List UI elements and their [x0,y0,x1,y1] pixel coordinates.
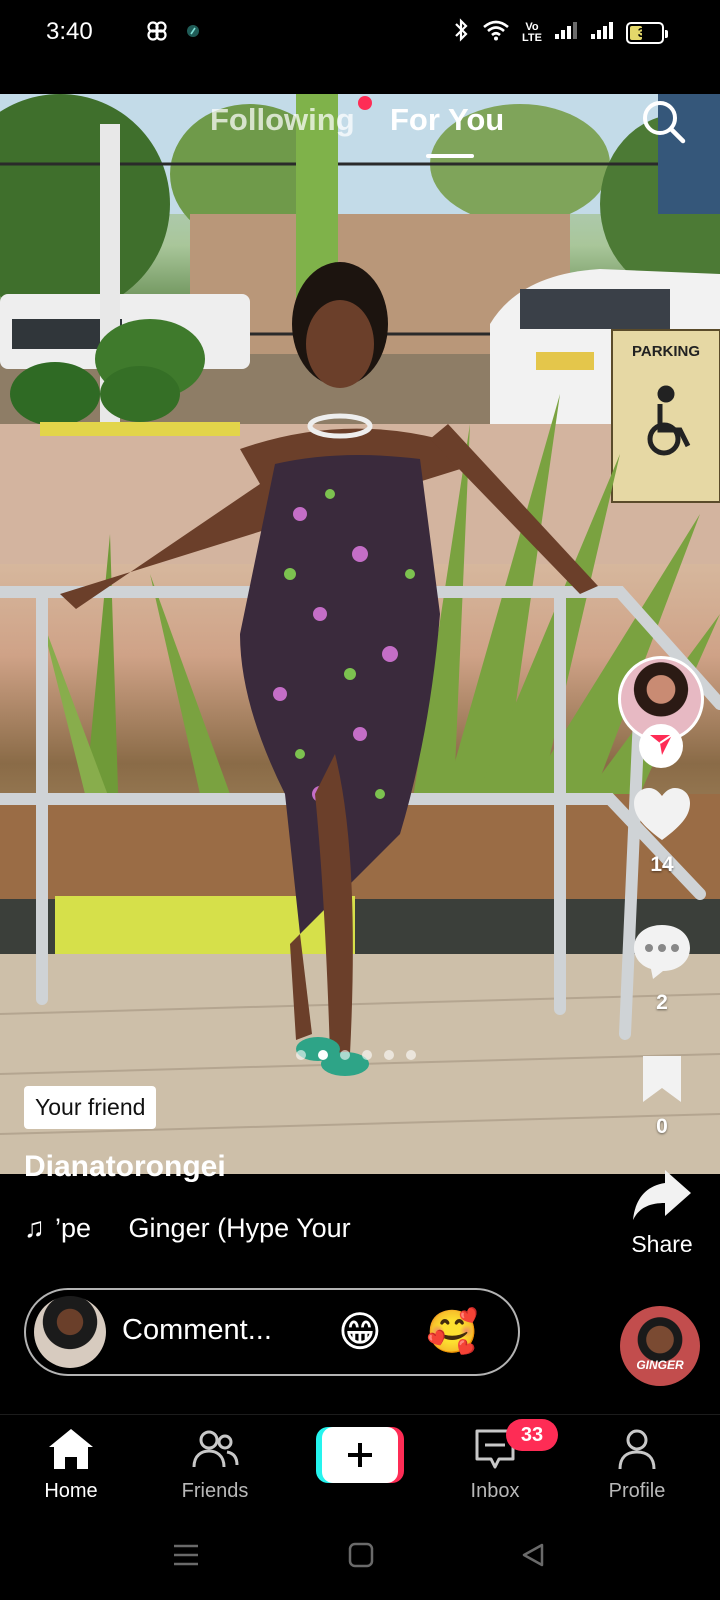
battery-icon: 39 [626,21,668,44]
music-disc-label: GINGER [636,1358,684,1372]
music-disc[interactable]: GINGER [620,1306,700,1386]
status-time: 3:40 [46,18,93,45]
save-action[interactable]: 0 [620,1054,704,1139]
carousel-dot[interactable] [384,1050,394,1060]
share-action[interactable]: Share [620,1168,704,1258]
carousel-dot[interactable] [340,1050,350,1060]
follow-button[interactable] [639,724,683,768]
status-left-icons [146,20,200,47]
music-ticker[interactable]: ♫ ’pe Ginger (Hype Your [24,1210,394,1246]
music-title: ’pe Ginger (Hype Your [55,1212,351,1243]
like-action[interactable]: 14 [620,786,704,877]
feed-tabs: Following For You [0,94,720,164]
notification-app-icon [186,24,200,43]
wifi-icon [482,19,510,46]
like-count: 14 [650,853,674,876]
menu-icon[interactable] [172,1542,200,1573]
signal-icon [554,20,578,45]
tab-profile-label: Profile [608,1480,666,1502]
system-navigation-bar [0,1524,720,1600]
signal-icon-2 [590,20,614,45]
active-tab-indicator [426,154,474,158]
comment-action[interactable]: 2 [620,922,704,1015]
pinwheel-icon [146,20,168,47]
tab-friends-label: Friends [181,1480,249,1502]
share-label: Share [631,1231,693,1257]
tab-inbox[interactable]: 33 Inbox [440,1419,558,1503]
bluetooth-icon [452,18,470,47]
home-square-icon[interactable] [348,1542,374,1573]
bookmark-icon[interactable] [639,1056,685,1108]
my-avatar [34,1296,106,1368]
carousel-dot[interactable] [406,1050,416,1060]
plus-icon [322,1427,398,1483]
tab-inbox-label: Inbox [470,1480,520,1502]
photo-carousel-dots[interactable] [296,1050,416,1060]
share-arrow-icon[interactable] [631,1170,693,1226]
carousel-dot[interactable] [296,1050,306,1060]
comment-count: 2 [656,991,668,1014]
profile-icon [613,1429,661,1475]
status-right-icons: Vo LTE 39 [452,18,668,47]
svg-text:PARKING: PARKING [632,343,700,360]
friend-badge: Your friend [24,1086,157,1129]
home-icon [47,1429,95,1475]
carousel-dot[interactable] [318,1050,328,1060]
battery-level: 39 [637,24,653,40]
save-count: 0 [656,1115,668,1138]
create-button[interactable] [316,1427,404,1483]
back-triangle-icon[interactable] [520,1542,546,1573]
bottom-nav: Home Friends 33 Inbox Profile [0,1414,720,1524]
heart-icon[interactable] [632,788,692,846]
carousel-dot[interactable] [362,1050,372,1060]
tab-profile[interactable]: Profile [582,1427,692,1503]
volte-icon: Vo LTE [522,20,542,44]
inbox-icon [471,1429,519,1475]
tab-home-label: Home [44,1480,98,1502]
music-note-icon: ♫ [24,1212,45,1243]
comment-icon[interactable] [631,925,693,984]
following-notification-dot [358,96,372,110]
grinning-emoji-button[interactable]: 😁 [338,1308,382,1356]
battery-tip [665,29,668,38]
search-icon[interactable] [640,98,688,146]
video-frame-image: PARKING [0,94,720,1174]
comment-input-bar[interactable]: Comment... 😁 🥰 [24,1288,520,1376]
tab-home[interactable]: Home [16,1427,126,1503]
tab-friends[interactable]: Friends [160,1427,270,1503]
smiling-hearts-emoji-button[interactable]: 🥰 [426,1308,478,1356]
tab-for-you[interactable]: For You [390,102,504,138]
video-player[interactable]: PARKING Following For You [0,94,720,1174]
follow-check-icon [646,729,676,764]
username[interactable]: Dianatorongei [24,1150,226,1184]
tab-following[interactable]: Following [210,102,355,138]
status-bar: 3:40 Vo LTE 39 [0,0,720,64]
inbox-badge: 33 [506,1419,558,1451]
comment-input[interactable]: Comment... [122,1314,272,1347]
friends-icon [191,1430,239,1475]
